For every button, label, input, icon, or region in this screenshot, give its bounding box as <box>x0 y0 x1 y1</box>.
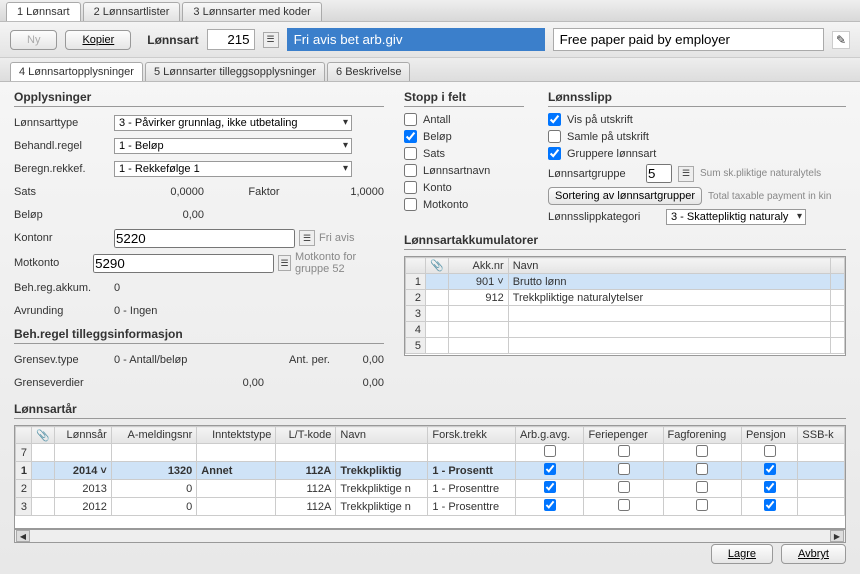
grenseverdier-value: 0,00 <box>114 377 264 389</box>
faktor-label: Faktor <box>208 186 320 198</box>
gruppe-input[interactable] <box>646 164 672 183</box>
avrunding-value: 0 - Ingen <box>114 305 157 317</box>
cancel-button[interactable]: Avbryt <box>781 544 846 564</box>
behandl-select[interactable]: 1 - Beløp <box>114 138 352 154</box>
left-col: Opplysninger Lønnsarttype 3 - Påvirker g… <box>14 90 384 396</box>
year-title: Lønnsartår <box>14 402 846 419</box>
lonnsart-label: Lønnsart <box>147 33 198 47</box>
new-button[interactable]: Ny <box>10 30 57 50</box>
lonnsslipp-gruppere[interactable]: Gruppere lønnsart <box>548 147 846 160</box>
toolbar: Ny Kopier Lønnsart ☰ ✎ <box>0 22 860 58</box>
sortering-button[interactable]: Sortering av lønnsartgrupper <box>548 187 702 205</box>
akk-row[interactable]: 3 <box>406 306 845 322</box>
behreg-label: Beh.reg.akkum. <box>14 282 110 294</box>
edit-icon[interactable]: ✎ <box>832 31 850 49</box>
subtab-opplysninger[interactable]: 4 Lønnsartopplysninger <box>10 62 143 81</box>
akk-table[interactable]: 📎 Akk.nr Navn 1 901 ˅Brutto lønn2 912Tre… <box>404 256 846 356</box>
kontonr-text: Fri avis <box>319 232 354 244</box>
gruppe-hint: Sum sk.pliktige naturalytels <box>700 168 821 179</box>
kontonr-picker-icon[interactable]: ☰ <box>299 230 315 246</box>
year-scrollbar[interactable]: ◀ ▶ <box>14 529 846 543</box>
top-tabs: 1 Lønnsart 2 Lønnsartlister 3 Lønnsarter… <box>0 0 860 22</box>
year-grid[interactable]: 📎LønnsårA-meldingsnrInntektstypeL/T-kode… <box>14 425 846 529</box>
year-row[interactable]: 7 <box>16 444 845 462</box>
grenseverdier-label: Grenseverdier <box>14 377 110 389</box>
lonnsslipp-samle[interactable]: Samle på utskrift <box>548 130 846 143</box>
year-row[interactable]: 3 2012 0112A Trekkpliktige n1 - Prosentt… <box>16 498 845 516</box>
sortering-hint: Total taxable payment in kin <box>708 191 831 202</box>
subtab-tillegg[interactable]: 5 Lønnsarter tilleggsopplysninger <box>145 62 325 81</box>
beregn-select[interactable]: 1 - Rekkefølge 1 <box>114 161 352 177</box>
stopp-sats[interactable]: Sats <box>404 147 524 160</box>
akk-row[interactable]: 2 912Trekkpliktige naturalytelser <box>406 290 845 306</box>
kontonr-input[interactable] <box>114 229 295 248</box>
attach-icon: 📎 <box>426 258 449 274</box>
akk-row[interactable]: 5 <box>406 338 845 354</box>
sub-tabs: 4 Lønnsartopplysninger 5 Lønnsarter till… <box>0 58 860 82</box>
lonnsslipp-vis[interactable]: Vis på utskrift <box>548 113 846 126</box>
stopp-konto[interactable]: Konto <box>404 181 524 194</box>
lonnsarttype-label: Lønnsarttype <box>14 117 110 129</box>
year-row[interactable]: 2 2013 0112A Trekkpliktige n1 - Prosentt… <box>16 480 845 498</box>
stopp-title: Stopp i felt <box>404 90 524 107</box>
stopp-antall[interactable]: Antall <box>404 113 524 126</box>
grensev-value: 0 - Antall/beløp <box>114 354 224 366</box>
belop-value: 0,00 <box>114 209 204 221</box>
stopp-belop[interactable]: Beløp <box>404 130 524 143</box>
lonnsarttype-select[interactable]: 3 - Påvirker grunnlag, ikke utbetaling <box>114 115 352 131</box>
footer: Lagre Avbryt <box>711 544 846 564</box>
copy-button[interactable]: Kopier <box>65 30 131 50</box>
year-section: Lønnsartår 📎LønnsårA-meldingsnrInntektst… <box>0 396 860 543</box>
kategori-label: Lønnsslippkategori <box>548 211 660 223</box>
belop-label: Beløp <box>14 209 110 221</box>
lonnsart-name-en-input[interactable] <box>553 28 824 51</box>
scroll-left-icon[interactable]: ◀ <box>16 530 30 542</box>
lonnsart-name-input[interactable] <box>287 28 545 51</box>
tab-lonnsartlister[interactable]: 2 Lønnsartlister <box>83 2 181 21</box>
grensev-label: Grensev.type <box>14 354 110 366</box>
tab-lonnsart[interactable]: 1 Lønnsart <box>6 2 81 21</box>
beregn-label: Beregn.rekkef. <box>14 163 110 175</box>
gruppe-label: Lønnsartgruppe <box>548 168 640 180</box>
save-button[interactable]: Lagre <box>711 544 773 564</box>
stopp-motkonto[interactable]: Motkonto <box>404 198 524 211</box>
motkonto-label: Motkonto <box>14 257 89 269</box>
year-row[interactable]: 1 2014 ˅ 1320Annet112A Trekkpliktig1 - P… <box>16 462 845 480</box>
list-picker-icon[interactable]: ☰ <box>263 32 279 48</box>
motkonto-picker-icon[interactable]: ☰ <box>278 255 291 271</box>
akk-row[interactable]: 4 <box>406 322 845 338</box>
opplysninger-title: Opplysninger <box>14 90 384 107</box>
antper-value: 0,00 <box>344 354 384 366</box>
sats-label: Sats <box>14 186 110 198</box>
kontonr-label: Kontonr <box>14 232 110 244</box>
motkonto-input[interactable] <box>93 254 274 273</box>
subtab-beskrivelse[interactable]: 6 Beskrivelse <box>327 62 410 81</box>
akk-title: Lønnsartakkumulatorer <box>404 233 846 250</box>
sats-value: 0,0000 <box>114 186 204 198</box>
gruppe-picker-icon[interactable]: ☰ <box>678 166 694 182</box>
antper-label: Ant. per. <box>228 354 340 366</box>
content: Opplysninger Lønnsarttype 3 - Påvirker g… <box>0 82 860 396</box>
motkonto-text: Motkonto for gruppe 52 <box>295 251 384 275</box>
tab-lonnsarter-koder[interactable]: 3 Lønnsarter med koder <box>182 2 321 21</box>
lonnsart-code-input[interactable] <box>207 29 255 50</box>
scroll-right-icon[interactable]: ▶ <box>830 530 844 542</box>
akk-row[interactable]: 1 901 ˅Brutto lønn <box>406 274 845 290</box>
faktor-value: 1,0000 <box>324 186 384 198</box>
kategori-select[interactable]: 3 - Skattepliktig naturaly <box>666 209 806 225</box>
behregel-title: Beh.regel tilleggsinformasjon <box>14 327 384 344</box>
behreg-value: 0 <box>114 282 120 294</box>
behandl-label: Behandl.regel <box>14 140 110 152</box>
stopp-lonnsartnavn[interactable]: Lønnsartnavn <box>404 164 524 177</box>
avrunding-label: Avrunding <box>14 305 110 317</box>
lonnsslipp-title: Lønnsslipp <box>548 90 846 107</box>
right-col: Stopp i felt Antall Beløp Sats Lønnsartn… <box>404 90 846 396</box>
grenseverdier2-value: 0,00 <box>268 377 384 389</box>
